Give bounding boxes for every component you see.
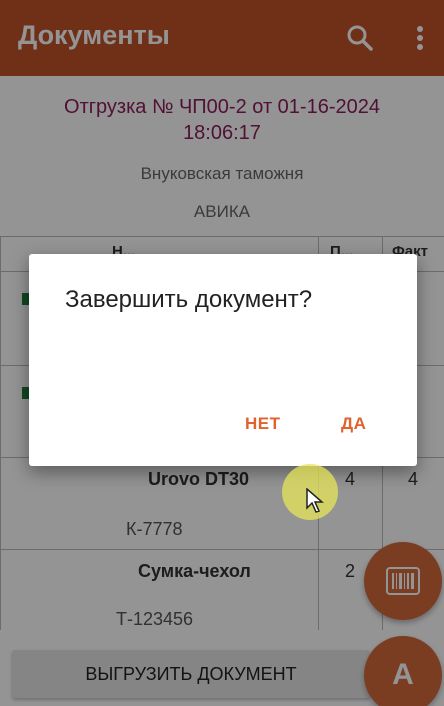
dialog-title: Завершить документ? <box>65 286 313 313</box>
no-button[interactable]: НЕТ <box>245 414 281 434</box>
confirm-dialog: Завершить документ? НЕТ ДА <box>29 254 417 466</box>
cursor-icon <box>306 488 324 513</box>
yes-button[interactable]: ДА <box>341 414 366 434</box>
